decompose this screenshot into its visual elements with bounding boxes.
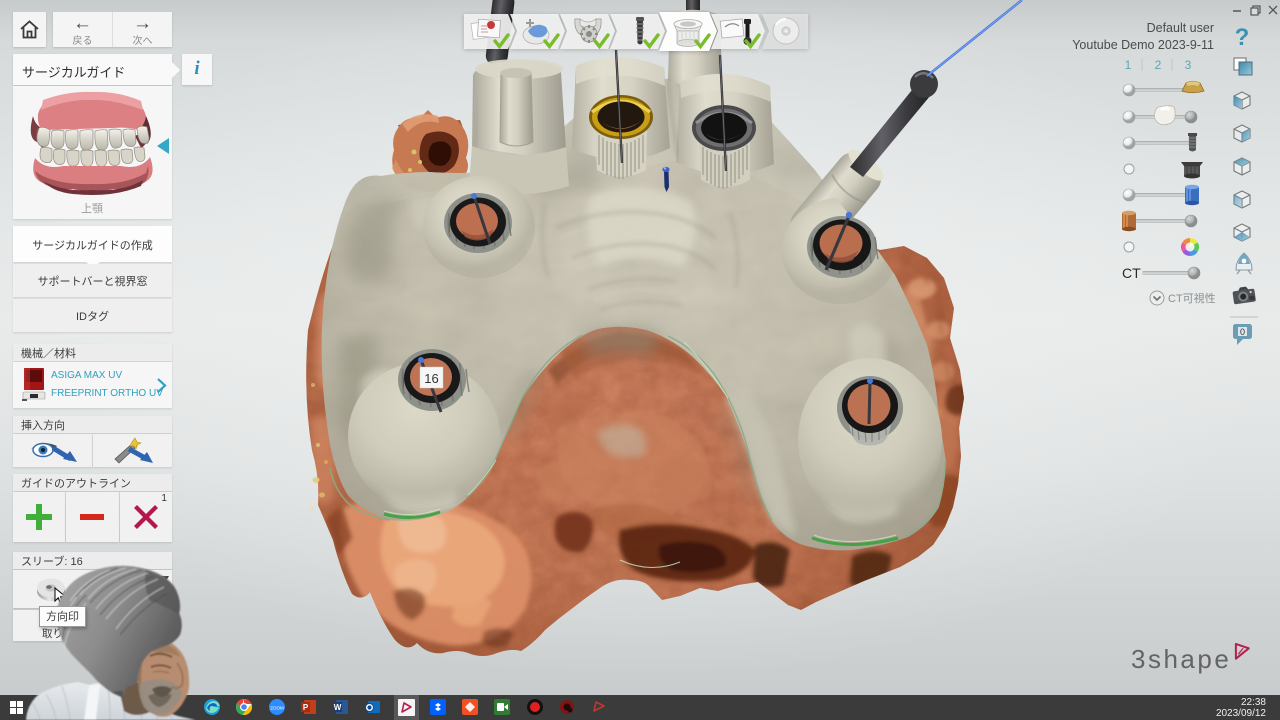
svg-text:?: ?	[1235, 24, 1250, 51]
svg-text:0: 0	[1240, 327, 1245, 337]
svg-text:P: P	[303, 703, 309, 712]
svg-text:W: W	[334, 703, 342, 712]
svg-text:2: 2	[1155, 58, 1162, 72]
svg-text:16: 16	[424, 371, 438, 386]
svg-text:ZOOM: ZOOM	[270, 706, 284, 711]
svg-text:1: 1	[1125, 58, 1132, 72]
svg-text:CT可視性: CT可視性	[1168, 291, 1216, 305]
svg-text:3: 3	[1185, 58, 1192, 72]
svg-text:上顎: 上顎	[81, 202, 103, 215]
svg-text:CT: CT	[1122, 265, 1141, 281]
